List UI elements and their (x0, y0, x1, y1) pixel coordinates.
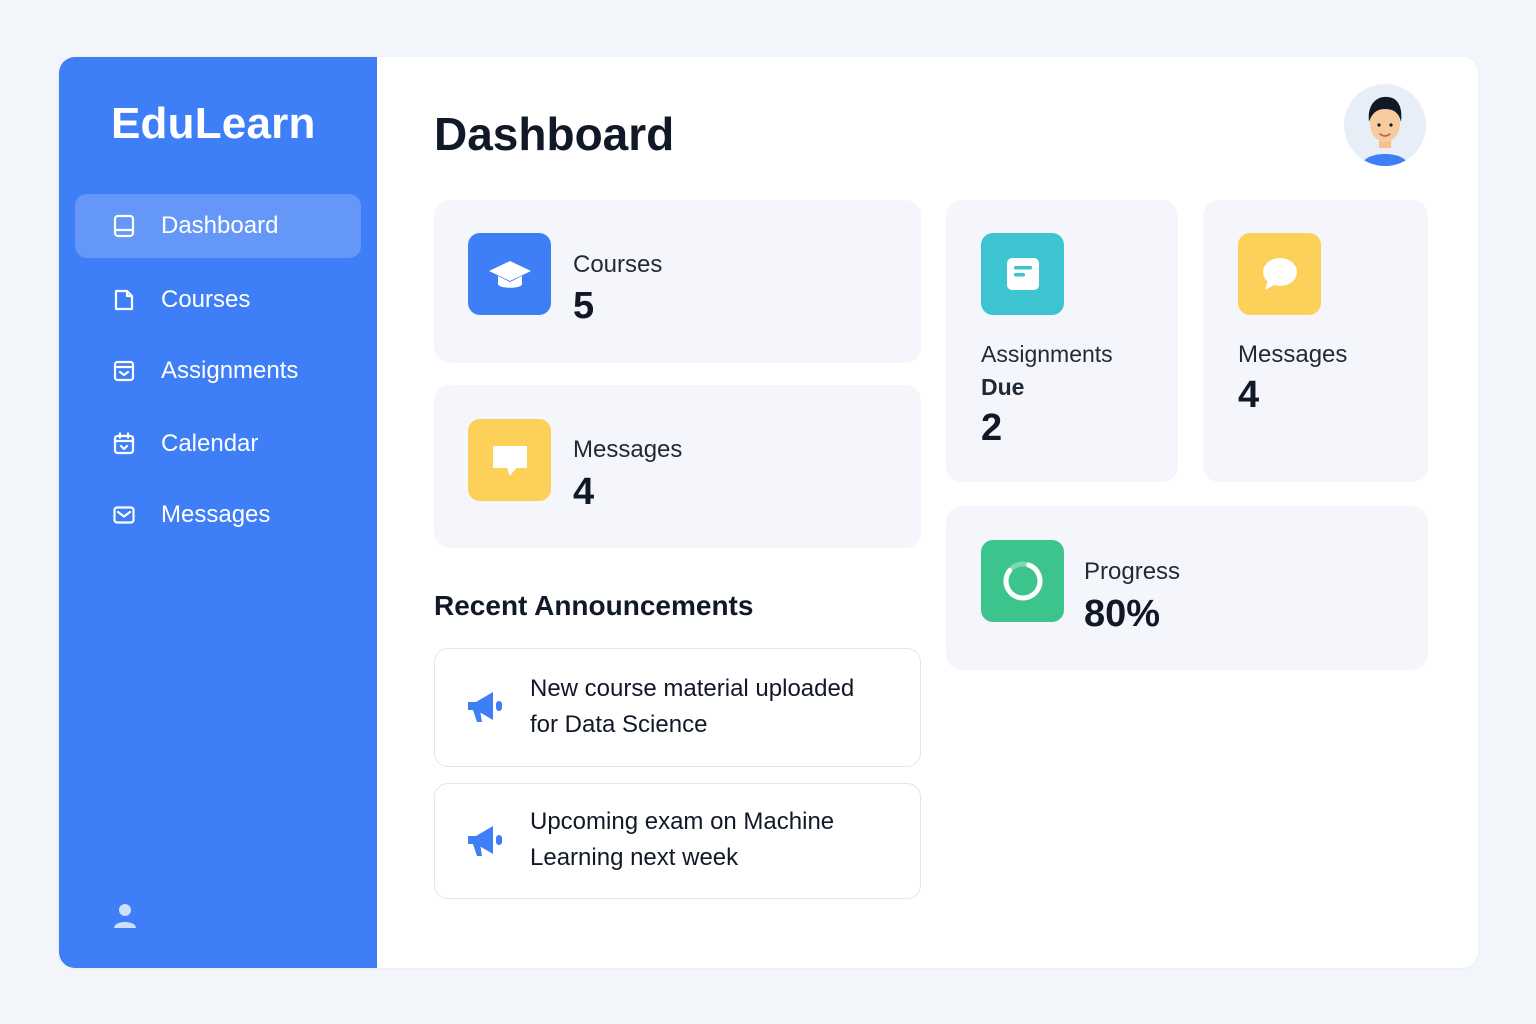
progress-ring-icon (1003, 561, 1042, 601)
stat-tile (468, 419, 551, 501)
sidebar-item-assignments[interactable]: Assignments (75, 339, 361, 403)
stat-tile (981, 540, 1064, 622)
stat-value: 5 (573, 285, 595, 327)
chat-bubble-icon (492, 446, 527, 475)
stat-card-progress[interactable]: Progress 80% (946, 506, 1428, 670)
stat-tile (468, 233, 551, 315)
avatar[interactable] (1344, 84, 1426, 166)
sidebar-item-dashboard[interactable]: Dashboard (75, 194, 361, 258)
stat-label-sub: Due (981, 374, 1025, 400)
notes-icon (1006, 258, 1039, 290)
stat-value: 4 (573, 471, 595, 513)
sidebar-item-label: Courses (161, 286, 251, 313)
stat-tile (981, 233, 1064, 315)
speech-bubble-icon (1262, 258, 1297, 290)
megaphone-icon (468, 826, 502, 856)
announcement-line: Upcoming exam on Machine (530, 808, 835, 835)
stat-value: 4 (1238, 374, 1260, 416)
book-icon (113, 214, 135, 238)
megaphone-icon (468, 692, 502, 722)
announcement-line: Learning next week (530, 844, 739, 871)
sidebar-item-messages[interactable]: Messages (75, 483, 361, 547)
announcement-item[interactable]: Upcoming exam on Machine Learning next w… (434, 783, 921, 899)
sidebar: EduLearn Dashboard Courses Assignments C… (59, 57, 377, 968)
calendar-icon (113, 432, 135, 455)
stat-card-messages[interactable]: Messages 4 (434, 385, 921, 548)
announcement-line: for Data Science (530, 711, 708, 738)
sidebar-item-label: Assignments (161, 357, 299, 384)
stat-card-courses[interactable]: Courses 5 (434, 200, 921, 363)
stat-card-assignments-due[interactable]: Assignments Due 2 (946, 200, 1178, 482)
announcement-item[interactable]: New course material uploaded for Data Sc… (434, 648, 921, 767)
stat-label: Courses (573, 251, 663, 278)
stat-label: Messages (1238, 341, 1348, 368)
user-icon[interactable] (113, 903, 137, 929)
sidebar-item-label: Dashboard (161, 212, 279, 239)
app-window: EduLearn Dashboard Courses Assignments C… (59, 57, 1478, 968)
page-title: Dashboard (434, 108, 675, 160)
stat-label: Assignments (981, 341, 1113, 367)
sidebar-item-label: Messages (161, 501, 271, 528)
stat-card-messages-small[interactable]: Messages 4 (1203, 200, 1428, 482)
sidebar-item-courses[interactable]: Courses (75, 268, 361, 332)
announcement-text: New course material uploaded for Data Sc… (530, 671, 900, 743)
stat-tile (1238, 233, 1321, 315)
mail-icon (113, 506, 135, 524)
announcement-line: New course material uploaded (530, 675, 855, 702)
brand-logo: EduLearn (111, 99, 316, 148)
section-title-announcements: Recent Announcements (434, 590, 754, 621)
inbox-icon (113, 360, 135, 382)
sidebar-item-calendar[interactable]: Calendar (75, 412, 361, 476)
stat-label: Messages (573, 436, 683, 463)
stat-value: 80% (1084, 593, 1161, 635)
document-icon (114, 289, 134, 311)
stat-label: Progress (1084, 558, 1181, 585)
sidebar-item-label: Calendar (161, 430, 259, 457)
stat-value: 2 (981, 407, 1003, 449)
announcement-text: Upcoming exam on Machine Learning next w… (530, 804, 900, 876)
graduation-cap-icon (488, 261, 531, 288)
